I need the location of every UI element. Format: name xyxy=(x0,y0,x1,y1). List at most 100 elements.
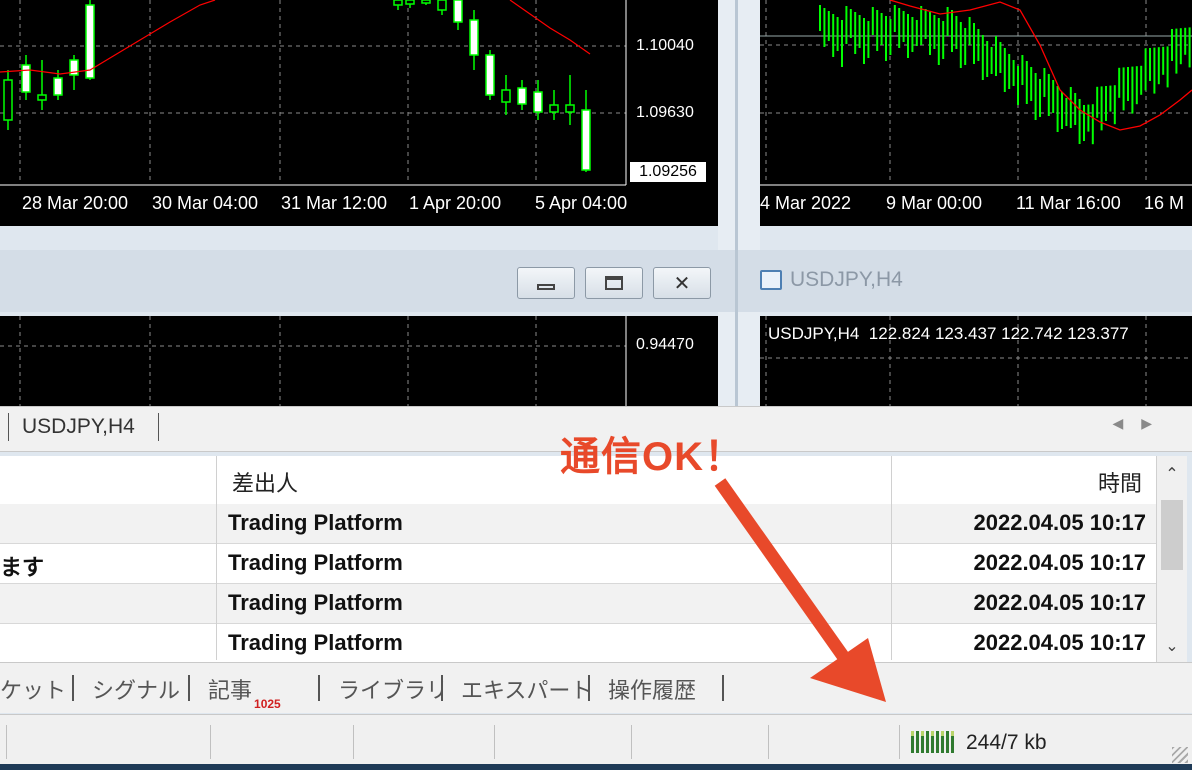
close-button[interactable]: ✕ xyxy=(653,267,711,299)
status-separator xyxy=(210,725,211,759)
traffic-status: 244/7 kb xyxy=(966,731,1047,754)
tab-separator xyxy=(188,675,190,701)
price-tick-1: 1.10040 xyxy=(636,37,694,54)
candle-body xyxy=(549,104,559,113)
resize-grip-icon[interactable] xyxy=(1172,747,1188,763)
tab-usdjpy-h4[interactable]: USDJPY,H4 xyxy=(22,415,135,439)
time-tick-3: 31 Mar 12:00 xyxy=(281,193,388,213)
candle-body xyxy=(469,19,479,56)
chart-mid-right[interactable]: USDJPY,H4 122.824 123.437 122.742 123.37… xyxy=(760,316,1192,406)
tab-articles-label: 記事 xyxy=(208,678,253,703)
time-tick-2: 9 Mar 00:00 xyxy=(886,193,983,213)
articles-count-badge: 1025 xyxy=(254,697,281,711)
row-sender: Trading Platform xyxy=(228,550,403,575)
tab-journal[interactable]: 操作履歴 xyxy=(608,673,696,705)
minimize-button[interactable] xyxy=(517,267,575,299)
price-tick-2: 1.09630 xyxy=(636,104,694,121)
candle-body xyxy=(453,0,463,23)
time-tick-4: 1 Apr 20:00 xyxy=(409,193,502,213)
tab-signals[interactable]: シグナル xyxy=(92,673,180,705)
tab-separator xyxy=(8,413,9,441)
tab-scroll-arrows[interactable]: ◀▶ xyxy=(1112,415,1170,432)
time-tick-3: 11 Mar 16:00 xyxy=(1016,193,1121,213)
row-time: 2022.04.05 10:17 xyxy=(973,630,1147,655)
row-sender: Trading Platform xyxy=(228,590,403,615)
tab-separator xyxy=(72,675,74,701)
chart-window-icon xyxy=(760,270,782,290)
chart-info-line: USDJPY,H4 122.824 123.437 122.742 123.37… xyxy=(768,324,1129,343)
row-sender: Trading Platform xyxy=(228,630,403,655)
row-time: 2022.04.05 10:17 xyxy=(973,550,1147,575)
candle-body xyxy=(517,87,527,105)
table-row[interactable]: Trading Platform 2022.04.05 10:17 xyxy=(0,624,1156,664)
window-title-label: USDJPY,H4 xyxy=(790,268,903,291)
table-row[interactable]: Trading Platform 2022.04.05 10:17 xyxy=(0,504,1156,544)
terminal-tabs: ケット シグナル 記事1025 ライブラリ エキスパート 操作履歴 xyxy=(0,662,1192,713)
tab-separator xyxy=(588,675,590,701)
chart-top-right[interactable]: 4 Mar 2022 9 Mar 00:00 11 Mar 16:00 16 M xyxy=(760,0,1192,226)
candle-body xyxy=(37,94,47,101)
candle-body xyxy=(21,64,31,93)
scrollbar-thumb[interactable] xyxy=(1161,500,1183,570)
candle-body xyxy=(501,89,511,103)
window-title-usdjpy: USDJPY,H4 xyxy=(760,268,903,292)
annotation-arrow xyxy=(714,478,886,702)
row-subject: ます xyxy=(0,555,45,580)
tab-experts[interactable]: エキスパート xyxy=(461,673,592,705)
candle-body xyxy=(3,79,13,121)
status-separator xyxy=(6,725,7,759)
close-icon: ✕ xyxy=(673,272,691,295)
candle-body xyxy=(485,54,495,96)
column-header-time[interactable]: 時間 xyxy=(1098,466,1142,498)
time-tick-4: 16 M xyxy=(1144,193,1185,213)
candle-body xyxy=(565,104,575,113)
column-divider xyxy=(216,456,217,660)
row-time: 2022.04.05 10:17 xyxy=(973,590,1147,615)
splitter-line xyxy=(735,0,738,406)
status-bar: 244/7 kb xyxy=(0,714,1192,765)
connection-status-icon xyxy=(911,731,954,753)
candle-body xyxy=(53,77,63,96)
candle-body xyxy=(437,0,447,11)
scroll-up-icon[interactable]: ⌃ xyxy=(1157,464,1187,484)
time-tick-1: 28 Mar 20:00 xyxy=(22,193,129,213)
price-tick-1: 0.94470 xyxy=(636,336,694,353)
candle-body xyxy=(85,4,95,79)
restore-icon xyxy=(605,276,623,290)
table-row[interactable]: ます Trading Platform 2022.04.05 10:17 xyxy=(0,544,1156,584)
chart-grid xyxy=(0,316,627,406)
tab-library[interactable]: ライブラリ xyxy=(338,673,448,705)
candle-body xyxy=(405,0,415,5)
tab-articles[interactable]: 記事1025 xyxy=(208,673,281,711)
taskbar-edge xyxy=(0,764,1192,770)
tab-separator xyxy=(441,675,443,701)
candle-body xyxy=(581,109,591,171)
table-scrollbar[interactable]: ⌃ ⌄ xyxy=(1156,456,1187,662)
tab-market[interactable]: ケット xyxy=(0,673,66,705)
column-header-sender[interactable]: 差出人 xyxy=(232,466,298,498)
time-tick-5: 5 Apr 04:00 xyxy=(535,193,628,213)
tab-separator xyxy=(318,675,320,701)
time-tick-1: 4 Mar 2022 xyxy=(760,193,852,213)
status-separator xyxy=(353,725,354,759)
row-sender: Trading Platform xyxy=(228,510,403,535)
row-time: 2022.04.05 10:17 xyxy=(973,510,1147,535)
status-separator xyxy=(631,725,632,759)
status-separator xyxy=(768,725,769,759)
splitter-vertical[interactable] xyxy=(718,0,760,406)
chart-eurusd-top-left[interactable]: 1.10040 1.09630 1.09256 28 Mar 20:00 30 … xyxy=(0,0,718,226)
restore-button[interactable] xyxy=(585,267,643,299)
status-separator xyxy=(899,725,900,759)
candle-body xyxy=(393,0,403,6)
moving-average-line xyxy=(0,0,216,75)
tab-separator xyxy=(158,413,159,441)
candle-body xyxy=(533,91,543,113)
time-tick-2: 30 Mar 04:00 xyxy=(152,193,259,213)
current-price-label: 1.09256 xyxy=(630,162,706,182)
status-separator xyxy=(494,725,495,759)
candle-body xyxy=(421,0,431,4)
scroll-down-icon[interactable]: ⌄ xyxy=(1157,636,1187,656)
chart-mid-left[interactable]: 0.94470 xyxy=(0,316,718,406)
table-row[interactable]: Trading Platform 2022.04.05 10:17 xyxy=(0,584,1156,624)
minimize-icon xyxy=(537,284,555,290)
